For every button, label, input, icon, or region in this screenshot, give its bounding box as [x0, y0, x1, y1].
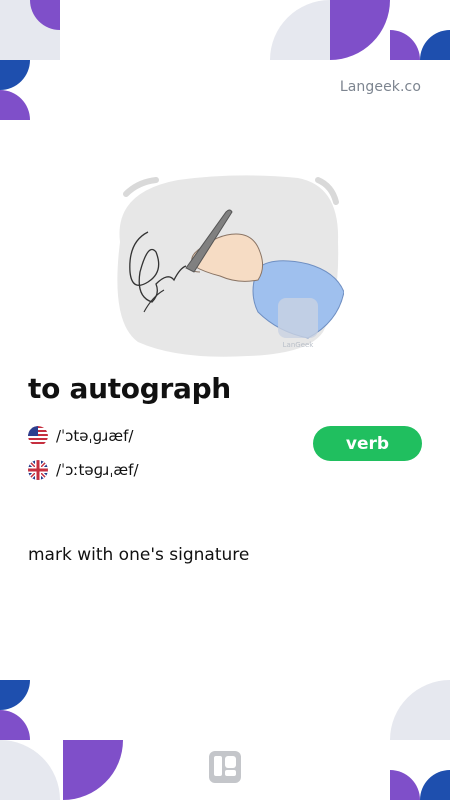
decor-bottom-left: [0, 680, 123, 800]
brand-name[interactable]: Langeek.co: [340, 79, 421, 95]
decor-top-left: [0, 0, 60, 120]
us-flag-icon[interactable]: [28, 426, 48, 446]
decor-top-right: [270, 0, 450, 60]
part-of-speech-badge: verb: [313, 426, 422, 461]
ipa-us: /ˈɔtəˌɡɹæf/: [56, 427, 134, 445]
langeek-logo-icon[interactable]: [209, 751, 241, 783]
decor-bottom-right: [390, 680, 450, 800]
signing-hand-illustration: LanGeek: [117, 175, 344, 357]
word-title: to autograph: [28, 372, 231, 405]
pronunciation-uk[interactable]: /ˈɔːtəɡɹˌæf/: [28, 459, 139, 481]
definition-text: mark with one's signature: [28, 545, 250, 565]
ipa-uk: /ˈɔːtəɡɹˌæf/: [56, 461, 139, 479]
uk-flag-icon[interactable]: [28, 460, 48, 480]
svg-text:LanGeek: LanGeek: [283, 341, 315, 349]
pronunciation-us[interactable]: /ˈɔtəˌɡɹæf/: [28, 425, 133, 447]
